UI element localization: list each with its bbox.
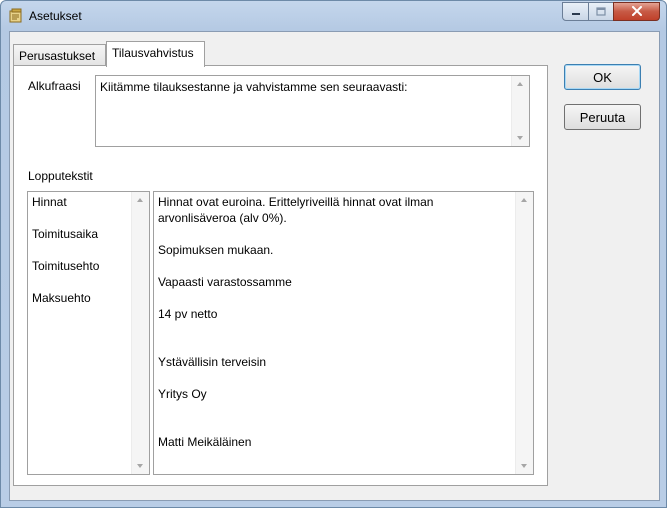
window-title: Asetukset [29,9,82,23]
list-item-hinnat[interactable]: Hinnat [32,195,67,209]
lopputekstit-list[interactable]: Hinnat Toimitusaika Toimitusehto Maksueh… [27,191,150,475]
settings-app-icon[interactable] [8,8,24,24]
ok-button[interactable]: OK [564,64,641,90]
tab-tilausvahvistus[interactable]: Tilausvahvistus [106,41,205,67]
scroll-down-icon[interactable] [521,464,527,468]
text-line: Vapaasti varastossamme [158,275,292,289]
text-line: Sopimuksen mukaan. [158,243,274,257]
list-item-toimitusehto[interactable]: Toimitusehto [32,259,99,273]
alkufraasi-scrollbar[interactable] [511,76,529,146]
tab-perusastukset[interactable]: Perusastukset [13,44,106,66]
text-line: Ystävällisin terveisin [158,355,267,369]
dialog-client-area: Perusastukset Tilausvahvistus Alkufraasi… [9,31,660,501]
scroll-down-icon[interactable] [517,136,523,140]
close-icon [631,5,643,19]
text-line: Matti Meikäläinen [158,435,252,449]
lopputekstit-label: Lopputekstit [28,169,93,183]
list-item-toimitusaika[interactable]: Toimitusaika [32,227,98,241]
scroll-up-icon[interactable] [137,198,143,202]
title-bar[interactable]: Asetukset [1,1,668,31]
scroll-up-icon[interactable] [517,82,523,86]
alkufraasi-textarea[interactable]: Kiitämme tilauksestanne ja vahvistamme s… [95,75,530,147]
list-scrollbar[interactable] [131,192,149,474]
cancel-button[interactable]: Peruuta [564,104,641,130]
maximize-icon [596,5,606,19]
textarea-scrollbar[interactable] [515,192,533,474]
maximize-button[interactable] [588,2,614,21]
tab-panel-tilausvahvistus: Alkufraasi Kiitämme tilauksestanne ja va… [13,65,548,486]
text-line: Hinnat ovat euroina. Erittelyriveillä hi… [158,195,434,209]
list-item-maksuehto[interactable]: Maksuehto [32,291,91,305]
lopputekstit-textarea[interactable]: Hinnat ovat euroina. Erittelyriveillä hi… [153,191,534,475]
text-line: 14 pv netto [158,307,218,321]
settings-window: Asetukset Perusastukset Tilausvahvistus … [0,0,667,508]
scroll-up-icon[interactable] [521,198,527,202]
scroll-down-icon[interactable] [137,464,143,468]
text-line: Yritys Oy [158,387,207,401]
text-line: arvonlisäveroa (alv 0%). [158,211,287,225]
alkufraasi-text: Kiitämme tilauksestanne ja vahvistamme s… [100,80,408,94]
close-button[interactable] [613,2,660,21]
minimize-button[interactable] [562,2,589,21]
alkufraasi-label: Alkufraasi [28,79,81,93]
minimize-icon [571,5,581,19]
